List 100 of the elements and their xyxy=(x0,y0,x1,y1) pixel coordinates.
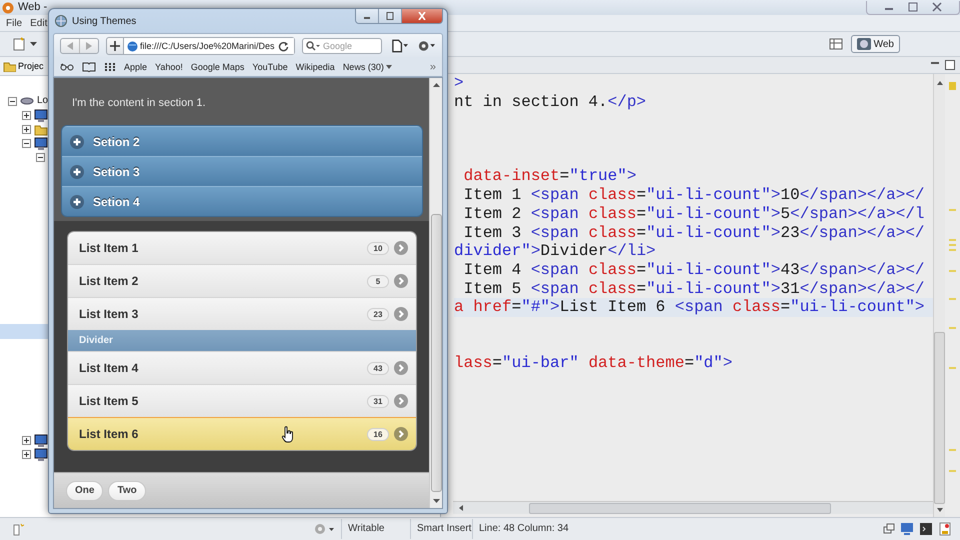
code-token: List Item 6 xyxy=(560,298,666,316)
gear-icon[interactable] xyxy=(313,522,335,536)
collapse-icon[interactable] xyxy=(22,138,31,148)
chevron-right-icon xyxy=(394,307,408,321)
bookmark-link[interactable]: Google Maps xyxy=(190,62,244,72)
code-token: "ui-li-count" xyxy=(646,186,771,204)
search-field[interactable]: Google xyxy=(302,38,382,54)
up-arrow-icon[interactable] xyxy=(432,82,440,87)
code-token: class xyxy=(588,280,636,298)
code-token: = xyxy=(560,167,570,186)
monitor-icon[interactable] xyxy=(900,522,914,536)
code-token: = xyxy=(636,260,646,279)
overflow-button[interactable]: » xyxy=(430,61,436,73)
code-token: <span xyxy=(530,204,580,223)
section-text: I'm the content in section 1. xyxy=(72,97,207,109)
code-token: "ui-li-count" xyxy=(790,298,915,316)
new-file-icon[interactable] xyxy=(12,37,26,51)
tree-item[interactable]: Lo xyxy=(37,95,48,107)
app-logo-icon xyxy=(2,2,14,14)
settings-icon[interactable] xyxy=(417,39,436,53)
down-arrow-icon[interactable] xyxy=(936,507,944,513)
plus-icon xyxy=(70,194,84,208)
code-token: Item 4 xyxy=(464,260,522,279)
list-item[interactable]: List Item 6 16 xyxy=(68,417,416,450)
list-item[interactable]: List Item 3 23 xyxy=(68,297,416,330)
status-icon xyxy=(12,522,24,536)
bookmark-link[interactable]: YouTube xyxy=(252,62,288,72)
code-token: <span xyxy=(530,260,580,279)
footer-button[interactable]: One xyxy=(66,480,104,500)
expand-icon[interactable] xyxy=(22,124,31,134)
restore-icon[interactable] xyxy=(385,12,395,20)
count-badge: 23 xyxy=(367,308,389,320)
code-token: data-theme xyxy=(588,354,684,372)
monitor-icon xyxy=(34,448,48,460)
panel-tab[interactable]: Projec xyxy=(18,61,44,71)
left-arrow-icon[interactable] xyxy=(457,504,465,512)
footer-button[interactable]: Two xyxy=(108,480,146,500)
scroll-thumb[interactable] xyxy=(934,332,945,504)
code-token: </span></a></ xyxy=(800,280,925,298)
chevron-right-icon xyxy=(394,361,408,375)
horizontal-scrollbar[interactable] xyxy=(453,501,933,514)
caret-icon[interactable] xyxy=(386,65,392,69)
code-token: 31 xyxy=(780,280,800,298)
perspective-icon[interactable] xyxy=(828,37,843,51)
count-badge: 16 xyxy=(367,428,389,440)
scroll-thumb[interactable] xyxy=(529,502,831,514)
menu-item[interactable]: Edit xyxy=(30,18,48,28)
expand-icon[interactable] xyxy=(22,436,31,444)
monitor-icon xyxy=(34,136,48,150)
chevron-right-icon xyxy=(394,241,408,255)
code-token: > xyxy=(770,204,780,223)
code-token: Item 5 xyxy=(464,280,522,298)
collapse-icon[interactable] xyxy=(8,96,17,106)
terminal-icon[interactable] xyxy=(919,522,933,536)
drive-icon xyxy=(20,96,34,106)
caret-icon[interactable] xyxy=(30,42,37,46)
status-text: Writable xyxy=(341,519,410,539)
code-token: 5 xyxy=(780,204,790,223)
vertical-scrollbar[interactable] xyxy=(933,74,945,517)
code-token: > xyxy=(550,298,560,316)
document-icon[interactable] xyxy=(938,522,952,536)
code-token: </li> xyxy=(608,242,656,260)
code-token: 10 xyxy=(780,186,800,204)
vertical-scrollbar[interactable] xyxy=(429,78,442,508)
restore-icon[interactable] xyxy=(883,523,895,535)
list-item[interactable]: List Item 1 10 xyxy=(68,232,416,264)
close-icon[interactable] xyxy=(417,12,427,20)
expand-icon[interactable] xyxy=(22,450,31,458)
code-token: = xyxy=(636,280,646,298)
code-token: > xyxy=(914,298,925,316)
code-token: "ui-li-count" xyxy=(646,204,771,223)
bookmark-link[interactable]: Yahoo! xyxy=(155,62,183,72)
code-token: "ui-li-count" xyxy=(646,224,771,242)
perspective-button[interactable]: Web xyxy=(850,35,900,53)
list-item[interactable]: List Item 5 31 xyxy=(68,384,416,417)
down-arrow-icon[interactable] xyxy=(432,499,440,504)
code-token: = xyxy=(512,298,522,316)
scroll-thumb[interactable] xyxy=(430,214,442,492)
menu-item[interactable]: File xyxy=(6,18,22,28)
expand-icon[interactable] xyxy=(22,110,31,120)
code-token: = xyxy=(636,224,646,242)
list-item[interactable]: List Item 4 43 xyxy=(68,351,416,384)
up-arrow-icon[interactable] xyxy=(936,80,944,86)
code-token: > xyxy=(770,260,780,279)
book-icon[interactable] xyxy=(82,62,96,72)
bookmark-link[interactable]: News (30) xyxy=(342,62,384,72)
code-token: "d" xyxy=(694,354,723,372)
collapse-icon[interactable] xyxy=(36,152,45,162)
bookmark-link[interactable]: Apple xyxy=(124,62,148,72)
page-menu-icon[interactable] xyxy=(391,39,408,53)
code-token: lass xyxy=(454,354,492,372)
bookmark-link[interactable]: Wikipedia xyxy=(296,62,335,72)
chevron-right-icon xyxy=(394,274,408,288)
code-token: > xyxy=(770,280,780,298)
glasses-icon[interactable] xyxy=(60,63,74,71)
maximize-icon[interactable] xyxy=(944,59,956,71)
grid-icon[interactable] xyxy=(104,62,116,72)
code-token: "#" xyxy=(521,298,550,316)
list-item[interactable]: List Item 2 5 xyxy=(68,264,416,297)
search-icon xyxy=(306,41,320,51)
